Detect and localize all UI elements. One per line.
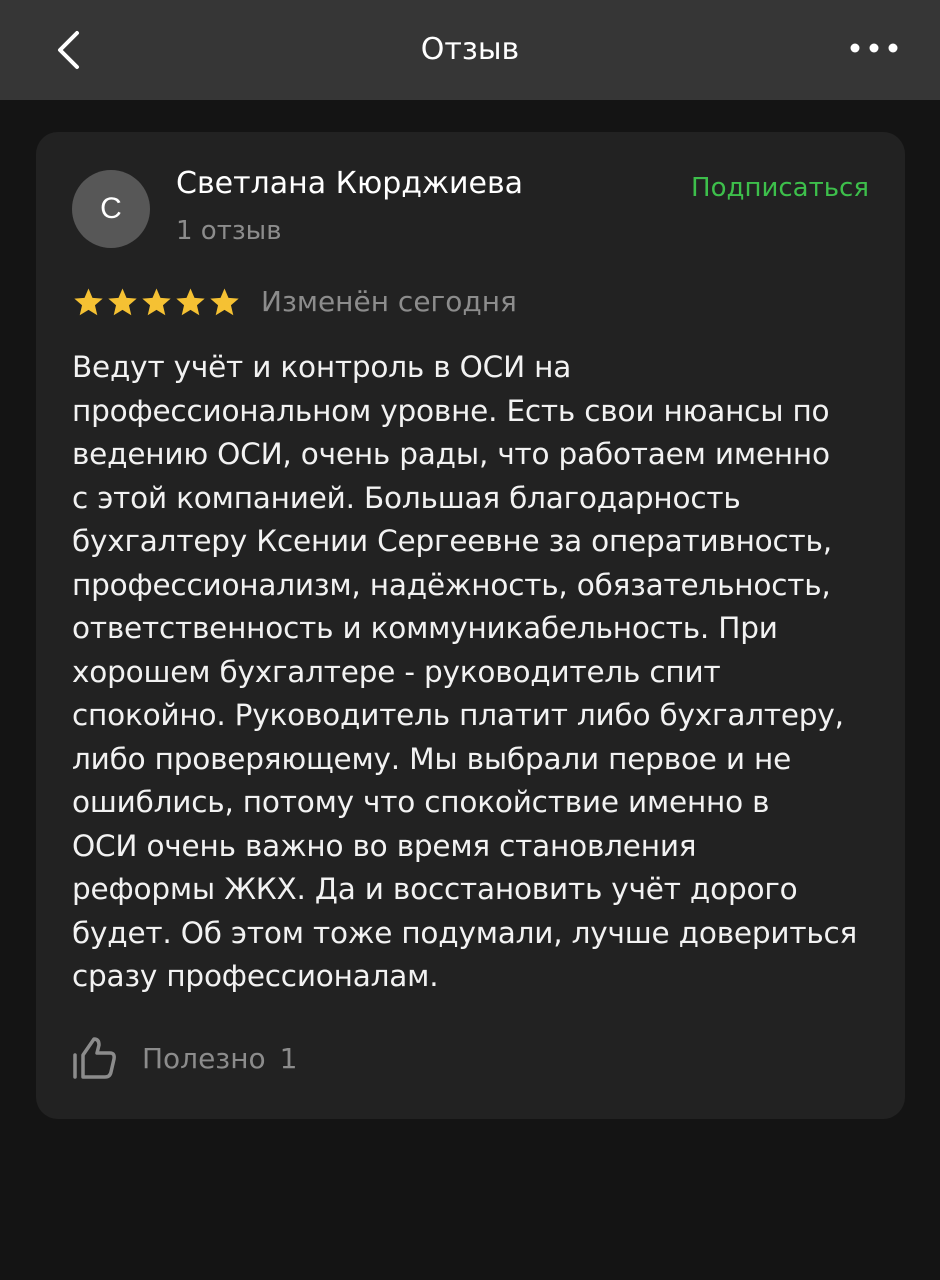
rating-row: Изменён сегодня: [72, 280, 517, 324]
useful-button[interactable]: Полезно 1: [72, 1032, 297, 1084]
useful-count: 1: [279, 1041, 298, 1075]
star-icon: [210, 287, 239, 315]
star-icon: [74, 287, 103, 315]
thumbs-up-icon: [73, 1037, 116, 1079]
review-text: Ведут учёт и контроль в ОСИ на профессио…: [72, 350, 858, 993]
review-card: С Светлана Кюрджиева 1 отзыв Подписаться…: [36, 132, 905, 1119]
author-name[interactable]: Светлана Кюрджиева: [176, 164, 523, 204]
more-horizontal-icon: [850, 43, 898, 53]
star-rating: [72, 286, 241, 319]
star-icon: [176, 287, 205, 315]
edited-date: Изменён сегодня: [261, 285, 517, 318]
avatar[interactable]: С: [72, 170, 150, 248]
subscribe-button[interactable]: Подписаться: [691, 170, 869, 206]
more-button[interactable]: [846, 28, 902, 68]
star-icon: [108, 287, 137, 315]
top-bar: Отзыв: [0, 0, 940, 100]
star-icon: [142, 287, 171, 315]
author-reviews-count: 1 отзыв: [176, 216, 282, 246]
useful-label: Полезно: [142, 1041, 266, 1075]
page-title: Отзыв: [420, 32, 520, 67]
